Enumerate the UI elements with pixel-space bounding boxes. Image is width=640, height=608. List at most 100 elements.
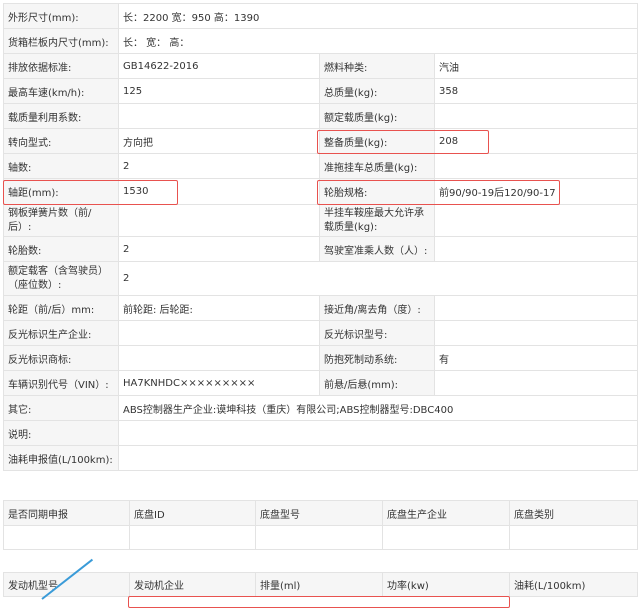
cab-passengers-value: [433, 236, 639, 262]
reflector-model-value: [433, 320, 639, 346]
approach-angle-value: [433, 295, 639, 321]
leaf-spring-value: [118, 204, 320, 237]
overhang-value: [433, 370, 639, 396]
vin-label: 车辆识别代号（VIN）:: [3, 370, 119, 396]
table-row: 转向型式: 方向把 整备质量(kg): 208: [3, 128, 639, 154]
outer-dimensions-value: 长：2200 宽：950 高：1390: [117, 3, 639, 29]
curb-mass-label: 整备质量(kg):: [319, 128, 435, 154]
table-cell: [3, 525, 130, 550]
reflector-manufacturer-value: [118, 320, 320, 346]
engine-header-fuel-consumption: 油耗(L/100km): [509, 572, 638, 597]
cab-passengers-label: 驾驶室准乘人数（人）:: [319, 236, 435, 262]
trailer-mass-label: 准拖挂车总质量(kg):: [319, 153, 435, 179]
reflector-manufacturer-label: 反光标识生产企业:: [3, 320, 119, 346]
trailer-mass-value: [433, 153, 639, 179]
wheelbase-value: 1530: [118, 178, 320, 205]
table-cell: [382, 525, 510, 550]
tire-count-value: 2: [118, 236, 320, 262]
vehicle-spec-table: 外形尺寸(mm): 长：2200 宽：950 高：1390 货箱栏板内尺寸(mm…: [3, 3, 639, 471]
table-cell: [509, 525, 638, 550]
table-row: 发动机型号 发动机企业 排量(ml) 功率(kw) 油耗(L/100km): [3, 572, 638, 597]
chassis-table: 是否同期申报 底盘ID 底盘型号 底盘生产企业 底盘类别: [3, 500, 638, 550]
tire-spec-label: 轮胎规格:: [319, 178, 435, 205]
engine-header-displacement: 排量(ml): [255, 572, 383, 597]
saddle-load-value: [433, 204, 639, 237]
outer-dimensions-label: 外形尺寸(mm):: [3, 3, 119, 29]
chassis-header-id: 底盘ID: [129, 500, 256, 526]
other-value: ABS控制器生产企业:谟坤科技（重庆）有限公司;ABS控制器型号:DBC400: [117, 395, 639, 421]
fuel-type-label: 燃料种类:: [319, 53, 435, 79]
engine-header-model: 发动机型号: [3, 572, 130, 597]
fuel-type-value: 汽油: [433, 53, 639, 79]
engine-table: 发动机型号 发动机企业 排量(ml) 功率(kw) 油耗(L/100km): [3, 572, 638, 597]
overhang-label: 前悬/后悬(mm):: [319, 370, 435, 396]
saddle-load-label: 半挂车鞍座最大允许承载质量(kg):: [319, 204, 435, 237]
engine-header-manufacturer: 发动机企业: [129, 572, 256, 597]
fuel-report-label: 油耗申报值(L/100km):: [3, 445, 119, 471]
emission-standard-value: GB14622-2016: [118, 53, 320, 79]
load-factor-label: 载质量利用系数:: [3, 103, 119, 129]
table-row: 说明:: [3, 420, 639, 446]
table-row: 钢板弹簧片数（前/后）: 半挂车鞍座最大允许承载质量(kg):: [3, 204, 639, 237]
rated-load-value: [433, 103, 639, 129]
track-width-label: 轮距（前/后）mm:: [3, 295, 119, 321]
table-cell: [129, 525, 256, 550]
table-row: 是否同期申报 底盘ID 底盘型号 底盘生产企业 底盘类别: [3, 500, 638, 526]
emission-standard-label: 排放依据标准:: [3, 53, 119, 79]
chassis-header-concurrent: 是否同期申报: [3, 500, 130, 526]
table-row: [3, 525, 638, 550]
curb-mass-value: 208: [433, 128, 639, 154]
chassis-header-manufacturer: 底盘生产企业: [382, 500, 510, 526]
table-row: 额定载客（含驾驶员）（座位数）: 2: [3, 261, 639, 296]
table-row: 油耗申报值(L/100km):: [3, 445, 639, 471]
note-value: [117, 420, 639, 446]
chassis-header-category: 底盘类别: [509, 500, 638, 526]
table-row: 外形尺寸(mm): 长：2200 宽：950 高：1390: [3, 3, 639, 29]
table-row: 反光标识商标: 防抱死制动系统: 有: [3, 345, 639, 371]
axle-count-label: 轴数:: [3, 153, 119, 179]
table-row: 其它: ABS控制器生产企业:谟坤科技（重庆）有限公司;ABS控制器型号:DBC…: [3, 395, 639, 421]
note-label: 说明:: [3, 420, 119, 446]
rated-passengers-value: 2: [117, 261, 639, 296]
reflector-model-label: 反光标识型号:: [319, 320, 435, 346]
wheelbase-label: 轴距(mm):: [3, 178, 119, 205]
abs-label: 防抱死制动系统:: [319, 345, 435, 371]
table-row: 轮距（前/后）mm: 前轮距: 后轮距: 接近角/离去角（度）:: [3, 295, 639, 321]
table-row: 轮胎数: 2 驾驶室准乘人数（人）:: [3, 236, 639, 262]
table-row: 轴数: 2 准拖挂车总质量(kg):: [3, 153, 639, 179]
table-row: 载质量利用系数: 额定载质量(kg):: [3, 103, 639, 129]
table-row: 货箱栏板内尺寸(mm): 长： 宽： 高：: [3, 28, 639, 54]
table-cell: [255, 525, 383, 550]
table-row: 排放依据标准: GB14622-2016 燃料种类: 汽油: [3, 53, 639, 79]
load-factor-value: [118, 103, 320, 129]
table-row: 车辆识别代号（VIN）: HA7KNHDC××××××××× 前悬/后悬(mm)…: [3, 370, 639, 396]
reflector-brand-value: [118, 345, 320, 371]
total-mass-value: 358: [433, 78, 639, 104]
approach-angle-label: 接近角/离去角（度）:: [319, 295, 435, 321]
rated-passengers-label: 额定载客（含驾驶员）（座位数）:: [3, 261, 119, 296]
axle-count-value: 2: [118, 153, 320, 179]
table-row: 最高车速(km/h): 125 总质量(kg): 358: [3, 78, 639, 104]
track-width-value: 前轮距: 后轮距:: [118, 295, 320, 321]
leaf-spring-label: 钢板弹簧片数（前/后）:: [3, 204, 119, 237]
abs-value: 有: [433, 345, 639, 371]
table-row: 反光标识生产企业: 反光标识型号:: [3, 320, 639, 346]
reflector-brand-label: 反光标识商标:: [3, 345, 119, 371]
fuel-report-value: [117, 445, 639, 471]
steering-type-value: 方向把: [118, 128, 320, 154]
engine-row-highlight: [128, 596, 510, 608]
max-speed-label: 最高车速(km/h):: [3, 78, 119, 104]
table-row: 轴距(mm): 1530 轮胎规格: 前90/90-19后120/90-17: [3, 178, 639, 205]
other-label: 其它:: [3, 395, 119, 421]
cargo-box-dimensions-value: 长： 宽： 高：: [117, 28, 639, 54]
total-mass-label: 总质量(kg):: [319, 78, 435, 104]
max-speed-value: 125: [118, 78, 320, 104]
engine-header-power: 功率(kw): [382, 572, 510, 597]
tire-count-label: 轮胎数:: [3, 236, 119, 262]
steering-type-label: 转向型式:: [3, 128, 119, 154]
rated-load-label: 额定载质量(kg):: [319, 103, 435, 129]
vin-value: HA7KNHDC×××××××××: [118, 370, 320, 396]
chassis-header-model: 底盘型号: [255, 500, 383, 526]
tire-spec-value: 前90/90-19后120/90-17: [433, 178, 639, 205]
cargo-box-dimensions-label: 货箱栏板内尺寸(mm):: [3, 28, 119, 54]
